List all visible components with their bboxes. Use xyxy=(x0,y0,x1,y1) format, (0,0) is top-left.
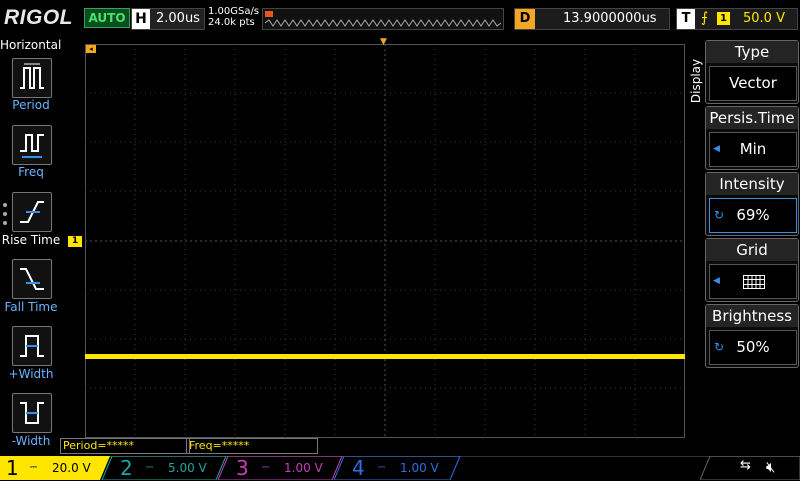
waveform-display[interactable] xyxy=(85,44,685,438)
freq-label: Freq xyxy=(18,165,44,179)
measurement-freq: Freq=***** xyxy=(186,438,318,454)
ch1-waveform-trace xyxy=(85,354,685,359)
negative-width-button[interactable] xyxy=(12,393,52,433)
intensity-value: 69% xyxy=(736,206,770,224)
page-dot xyxy=(3,203,7,207)
positive-width-button[interactable] xyxy=(12,326,52,366)
timebase-value: 2.00us xyxy=(156,11,200,26)
intensity-title: Intensity xyxy=(706,173,798,195)
period-label: Period xyxy=(12,98,50,112)
acquisition-readout: 1.00GSa/s 24.0k pts xyxy=(208,6,259,28)
grid-value-box: ◀ xyxy=(709,264,797,299)
dc-coupling-icon: ⎓ xyxy=(262,463,270,473)
grid-title: Grid xyxy=(706,239,798,261)
rise-time-icon xyxy=(20,201,44,223)
positive-width-icon xyxy=(20,335,44,357)
brand-logo: RIGOL xyxy=(4,6,73,29)
period-button[interactable] xyxy=(12,58,52,98)
positive-width-label: +Width xyxy=(8,367,54,381)
persistence-time-title: Persis.Time xyxy=(706,107,798,129)
grid-full-icon xyxy=(743,275,765,289)
speaker-mute-icon[interactable]: 🔇︎ xyxy=(766,458,775,476)
ch3-scale[interactable]: 1.00 V xyxy=(284,456,323,480)
negative-width-label: -Width xyxy=(11,434,51,448)
ch1-offset-marker[interactable]: 1 xyxy=(68,236,82,247)
trigger-position-marker[interactable]: ▼ xyxy=(380,37,387,47)
brightness-title: Brightness xyxy=(706,305,798,327)
delay-readout[interactable]: D 13.9000000us xyxy=(514,8,670,30)
trigger-readout[interactable]: T ⨍ 1 50.0 V xyxy=(676,8,798,30)
ch3-number[interactable]: 3 xyxy=(236,456,249,480)
type-title: Type xyxy=(706,41,798,63)
memory-depth: 24.0k pts xyxy=(208,17,255,28)
freq-button[interactable] xyxy=(12,125,52,165)
dc-coupling-icon: ⎓ xyxy=(378,463,386,473)
horizontal-timebase-readout[interactable]: H 2.00us xyxy=(131,8,205,30)
persistence-time-value: Min xyxy=(739,140,767,158)
rise-time-button[interactable] xyxy=(12,192,52,232)
trigger-key: T xyxy=(677,9,695,29)
measure-menu-title: Horizontal xyxy=(0,38,62,52)
display-menu-tab-label: Display xyxy=(689,58,703,104)
ch1-scale[interactable]: 20.0 V xyxy=(52,456,91,480)
period-icon xyxy=(20,63,44,89)
grid-softkey[interactable]: Grid ◀ xyxy=(705,238,799,302)
frequency-icon xyxy=(20,134,44,158)
page-dot xyxy=(3,212,7,216)
ch4-scale[interactable]: 1.00 V xyxy=(400,456,439,480)
sample-rate: 1.00GSa/s xyxy=(208,6,260,17)
delay-value: 13.9000000us xyxy=(563,11,657,26)
waveform-preview-icon xyxy=(265,19,501,27)
rising-edge-icon: ⨍ xyxy=(701,10,709,26)
fall-time-button[interactable] xyxy=(12,259,52,299)
horizontal-key: H xyxy=(132,9,150,29)
brightness-softkey[interactable]: Brightness ↻ 50% xyxy=(705,304,799,368)
ch2-number[interactable]: 2 xyxy=(120,456,133,480)
trigger-level-marker[interactable]: ◂ xyxy=(86,45,96,53)
rotate-knob-icon: ↻ xyxy=(714,208,725,222)
ch2-scale[interactable]: 5.00 V xyxy=(168,456,207,480)
memory-position-bar[interactable] xyxy=(262,8,504,30)
page-dot xyxy=(3,221,7,225)
brightness-value: 50% xyxy=(736,338,770,356)
intensity-value-box: ↻ 69% xyxy=(709,198,797,233)
fall-time-icon xyxy=(20,268,44,290)
persistence-time-softkey[interactable]: Persis.Time ◀ Min xyxy=(705,106,799,170)
dc-coupling-icon: ⎓ xyxy=(146,463,154,473)
dc-coupling-icon: ⎓ xyxy=(30,463,38,473)
left-arrow-icon: ◀ xyxy=(713,144,720,154)
brightness-value-box: ↻ 50% xyxy=(709,330,797,365)
persistence-time-value-box: ◀ Min xyxy=(709,132,797,167)
fall-time-label: Fall Time xyxy=(4,300,58,314)
ch1-number[interactable]: 1 xyxy=(6,456,19,480)
display-menu-tab[interactable]: Display xyxy=(688,54,704,114)
memory-window-marker xyxy=(265,11,273,17)
type-softkey[interactable]: Type Vector xyxy=(705,40,799,104)
measurement-period: Period=***** xyxy=(60,438,190,454)
ch4-number[interactable]: 4 xyxy=(352,456,365,480)
usb-icon: ⇆ xyxy=(740,458,751,473)
trigger-level-value: 50.0 V xyxy=(743,11,785,26)
intensity-softkey[interactable]: Intensity ↻ 69% xyxy=(705,172,799,236)
trigger-source-badge: 1 xyxy=(717,12,730,25)
trigger-status-badge[interactable]: AUTO xyxy=(84,8,130,28)
left-arrow-icon: ◀ xyxy=(713,276,720,286)
type-value: Vector xyxy=(709,66,797,101)
delay-key: D xyxy=(515,9,535,29)
negative-width-icon xyxy=(20,402,44,424)
rotate-knob-icon: ↻ xyxy=(714,340,725,354)
rise-time-label: Rise Time xyxy=(1,233,61,247)
